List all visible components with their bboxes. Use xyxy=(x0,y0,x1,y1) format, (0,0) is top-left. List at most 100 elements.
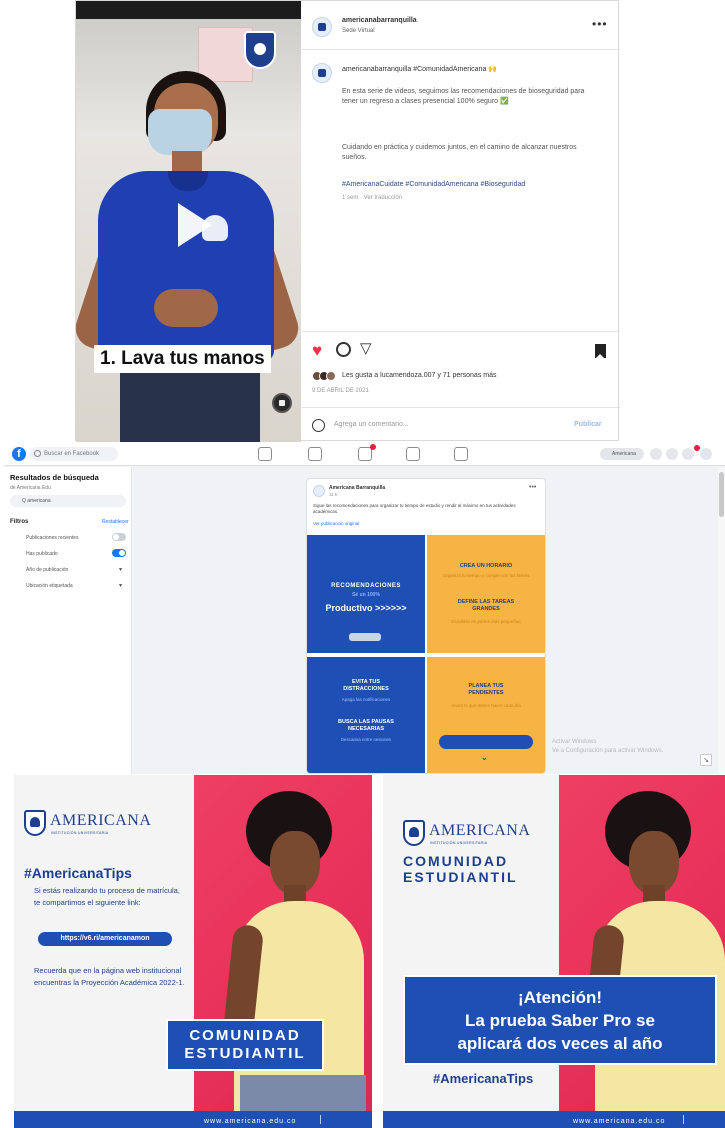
post-footer: www.americana.edu.co xyxy=(14,1111,372,1128)
face-mask xyxy=(148,109,212,155)
comment-icon[interactable] xyxy=(336,342,351,357)
community-banner: COMUNIDAD ESTUDIANTIL xyxy=(166,1019,324,1071)
account-username[interactable]: americanabarranquilla xyxy=(342,17,417,24)
likes-summary[interactable]: Les gusta a lucamendoza.007 y 71 persona… xyxy=(342,372,497,379)
notifications-icon[interactable] xyxy=(682,448,694,460)
gaming-icon[interactable] xyxy=(454,447,468,461)
watermark-line: Ve a Configuración para activar Windows. xyxy=(552,748,664,754)
announcement-line: aplicará dos veces al año xyxy=(457,1034,663,1053)
chevron-down-icon[interactable]: ▾ xyxy=(119,566,122,573)
americana-logo xyxy=(349,633,381,641)
publish-button[interactable]: Publicar xyxy=(574,421,602,428)
expand-icon[interactable]: ↘ xyxy=(700,754,712,766)
caption-body-2: Cuidando en práctica y cuidemos juntos, … xyxy=(342,144,577,161)
chevron-down-icon[interactable]: ⌄ xyxy=(481,753,488,762)
reel-video[interactable]: 1. Lava tus manos xyxy=(76,1,301,442)
messenger-icon[interactable] xyxy=(666,448,678,460)
profile-chip[interactable]: Americana xyxy=(600,448,644,460)
post-link[interactable]: Ver publicación original xyxy=(313,521,359,526)
watch-icon[interactable] xyxy=(308,447,322,461)
reset-filters-link[interactable]: Restablecer xyxy=(102,519,129,525)
brand-name: AMERICANA xyxy=(50,812,152,829)
tip-text: Descansa entre sesiones xyxy=(340,737,392,742)
infographic-title: RECOMENDACIONES xyxy=(331,583,401,589)
brand-name: AMERICANA xyxy=(429,822,531,839)
americana-shield-logo xyxy=(24,810,46,836)
page-name[interactable]: Americana Barranquilla xyxy=(329,485,385,491)
watermark-line: Activar Windows xyxy=(552,739,597,745)
caption-avatar[interactable] xyxy=(312,63,332,83)
brand-tagline: INSTITUCIÓN UNIVERSITARIA xyxy=(51,831,109,835)
video-top-bar xyxy=(76,1,301,19)
facebook-logo-icon[interactable]: f xyxy=(12,447,26,461)
person-pants xyxy=(120,361,260,442)
more-icon[interactable]: ••• xyxy=(592,17,608,31)
more-icon[interactable]: ••• xyxy=(529,484,536,491)
tip-text: Anota lo que debes hacer cada día xyxy=(451,703,521,708)
notification-badge xyxy=(694,445,700,451)
caption-meta[interactable]: 1 sem · Ver traducción xyxy=(342,193,597,203)
query-chip[interactable]: Q americana xyxy=(10,495,126,507)
post-time[interactable]: 11 h xyxy=(329,492,337,497)
infographic-tips-2: EVITA TUS DISTRACCIONES Apaga las notifi… xyxy=(307,657,425,773)
divider xyxy=(302,49,620,50)
americana-tips-post: AMERICANA INSTITUCIÓN UNIVERSITARIA #Ame… xyxy=(14,775,372,1128)
bookmark-icon[interactable] xyxy=(595,344,606,359)
americana-shield-logo xyxy=(403,820,425,846)
filter-date-posted[interactable]: Año de publicación xyxy=(26,567,68,573)
tip-title: DEFINE LAS TAREAS GRANDES xyxy=(457,599,515,612)
menu-icon[interactable] xyxy=(650,448,662,460)
scrollbar-thumb[interactable] xyxy=(719,472,724,517)
enrollment-link[interactable]: https://v6.ri/americanamon xyxy=(38,932,172,946)
account-icon[interactable] xyxy=(700,448,712,460)
facebook-top-bar: f Buscar en Facebook Americana xyxy=(4,442,725,466)
infographic-headline: Productivo >>>>>> xyxy=(325,603,407,613)
tip-title: EVITA TUS DISTRACCIONES xyxy=(343,679,389,692)
tip-title: BUSCA LAS PAUSAS NECESARIAS xyxy=(338,719,394,732)
recent-posts-toggle[interactable] xyxy=(112,533,126,541)
search-result-post: Americana Barranquilla 11 h ••• Sigue la… xyxy=(306,478,546,774)
tip-text: Apaga las notificaciones xyxy=(341,697,391,702)
search-filters-sidebar: Resultados de búsqueda de Americana Edu … xyxy=(4,467,132,774)
liker-avatars[interactable] xyxy=(312,371,338,381)
groups-icon[interactable] xyxy=(406,447,420,461)
filter-tagged-location[interactable]: Ubicación etiquetada xyxy=(26,583,73,589)
emoji-icon[interactable] xyxy=(312,419,325,432)
video-caption: 1. Lava tus manos xyxy=(94,345,271,373)
person-polo-shirt xyxy=(98,171,274,361)
search-input[interactable]: Buscar en Facebook xyxy=(30,447,118,461)
posted-by-you-toggle[interactable] xyxy=(112,549,126,557)
post-title: COMUNIDAD ESTUDIANTIL xyxy=(403,853,518,885)
infographic-tips-1: CREA UN HORARIO Organiza tu tiempo y cum… xyxy=(427,535,545,653)
heart-icon[interactable]: ♥ xyxy=(312,341,322,361)
comment-input[interactable]: Agrega un comentario... xyxy=(334,421,409,428)
post-footer: www.americana.edu.co xyxy=(383,1111,725,1128)
filter-posted-by-you: Has publicado xyxy=(26,551,58,557)
filter-recent-posts: Publicaciones recientes xyxy=(26,535,79,541)
filters-label: Filtros xyxy=(10,519,29,525)
page-avatar[interactable] xyxy=(313,485,325,497)
americana-saber-pro-post: AMERICANA INSTITUCIÓN UNIVERSITARIA COMU… xyxy=(383,775,725,1128)
breadcrumb[interactable]: de Americana Edu xyxy=(10,485,51,491)
account-avatar[interactable] xyxy=(312,17,332,37)
play-icon[interactable] xyxy=(172,203,212,247)
website-url[interactable]: www.americana.edu.co xyxy=(573,1118,665,1125)
caption-hashtags[interactable]: #AmericanaCuidate #ComunidadAmericana #B… xyxy=(342,180,597,190)
infographic-divider xyxy=(307,653,545,657)
infographic-cta-button[interactable] xyxy=(439,735,533,749)
facebook-window: f Buscar en Facebook Americana Resultado… xyxy=(4,442,725,774)
mute-icon[interactable] xyxy=(272,393,292,413)
post-date: 9 DE ABRIL DE 2021 xyxy=(312,388,369,394)
productivity-infographic[interactable]: RECOMENDACIONES Sé un 100% Productivo >>… xyxy=(307,535,545,773)
chevron-down-icon[interactable]: ▾ xyxy=(119,582,122,589)
post-location[interactable]: Sede Virtual xyxy=(342,28,375,34)
divider xyxy=(302,407,620,408)
website-url[interactable]: www.americana.edu.co xyxy=(204,1118,296,1125)
home-icon[interactable] xyxy=(258,447,272,461)
footer-divider xyxy=(320,1115,321,1124)
share-icon[interactable]: ▽ xyxy=(360,339,372,359)
brand-tagline: INSTITUCIÓN UNIVERSITARIA xyxy=(430,841,488,845)
post-body-2: Recuerda que en la página web institucio… xyxy=(34,966,185,987)
announcement-line: ¡Atención! xyxy=(517,988,603,1007)
instagram-post: 1. Lava tus manos americanabarranquilla … xyxy=(75,0,620,442)
